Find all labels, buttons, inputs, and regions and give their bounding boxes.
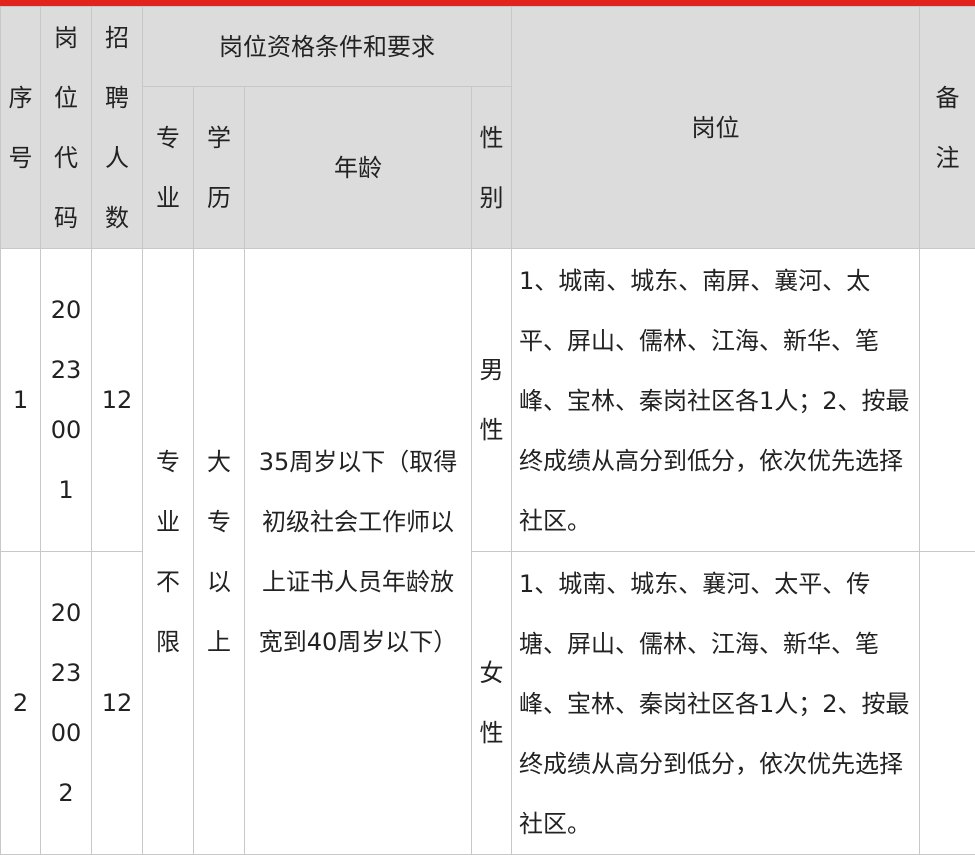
recruitment-table: 序号 岗位代码 招聘人数 岗位资格条件和要求 岗位 备注 专业 学历 年龄 性别	[0, 6, 975, 855]
shared-age: 35周岁以下（取得初级社会工作师以上证书人员年龄放宽到40周岁以下）	[245, 249, 472, 855]
row-seq: 1	[1, 249, 41, 552]
row-seq: 2	[1, 552, 41, 855]
shared-major: 专业不限	[143, 249, 194, 855]
header-qualification-group: 岗位资格条件和要求	[143, 7, 512, 87]
header-code: 岗位代码	[41, 7, 92, 249]
row-remark	[920, 552, 975, 855]
header-education: 学历	[194, 87, 245, 249]
row-code: 2023001	[41, 249, 92, 552]
header-remark: 备注	[920, 7, 975, 249]
header-gender: 性别	[472, 87, 512, 249]
row-position: 1、城南、城东、襄河、太平、传塘、屏山、儒林、江海、新华、笔峰、宝林、秦岗社区各…	[512, 552, 920, 855]
header-position: 岗位	[512, 7, 920, 249]
header-count: 招聘人数	[92, 7, 143, 249]
header-major: 专业	[143, 87, 194, 249]
table-row: 1 2023001 12 专业不限 大专以上 35周岁以下（取得初级社会工作师以…	[1, 249, 975, 552]
row-gender: 男性	[472, 249, 512, 552]
row-remark	[920, 249, 975, 552]
row-code: 2023002	[41, 552, 92, 855]
header-seq: 序号	[1, 7, 41, 249]
shared-education: 大专以上	[194, 249, 245, 855]
header-age: 年龄	[245, 87, 472, 249]
row-position: 1、城南、城东、南屏、襄河、太平、屏山、儒林、江海、新华、笔峰、宝林、秦岗社区各…	[512, 249, 920, 552]
row-count: 12	[92, 249, 143, 552]
row-gender: 女性	[472, 552, 512, 855]
row-count: 12	[92, 552, 143, 855]
